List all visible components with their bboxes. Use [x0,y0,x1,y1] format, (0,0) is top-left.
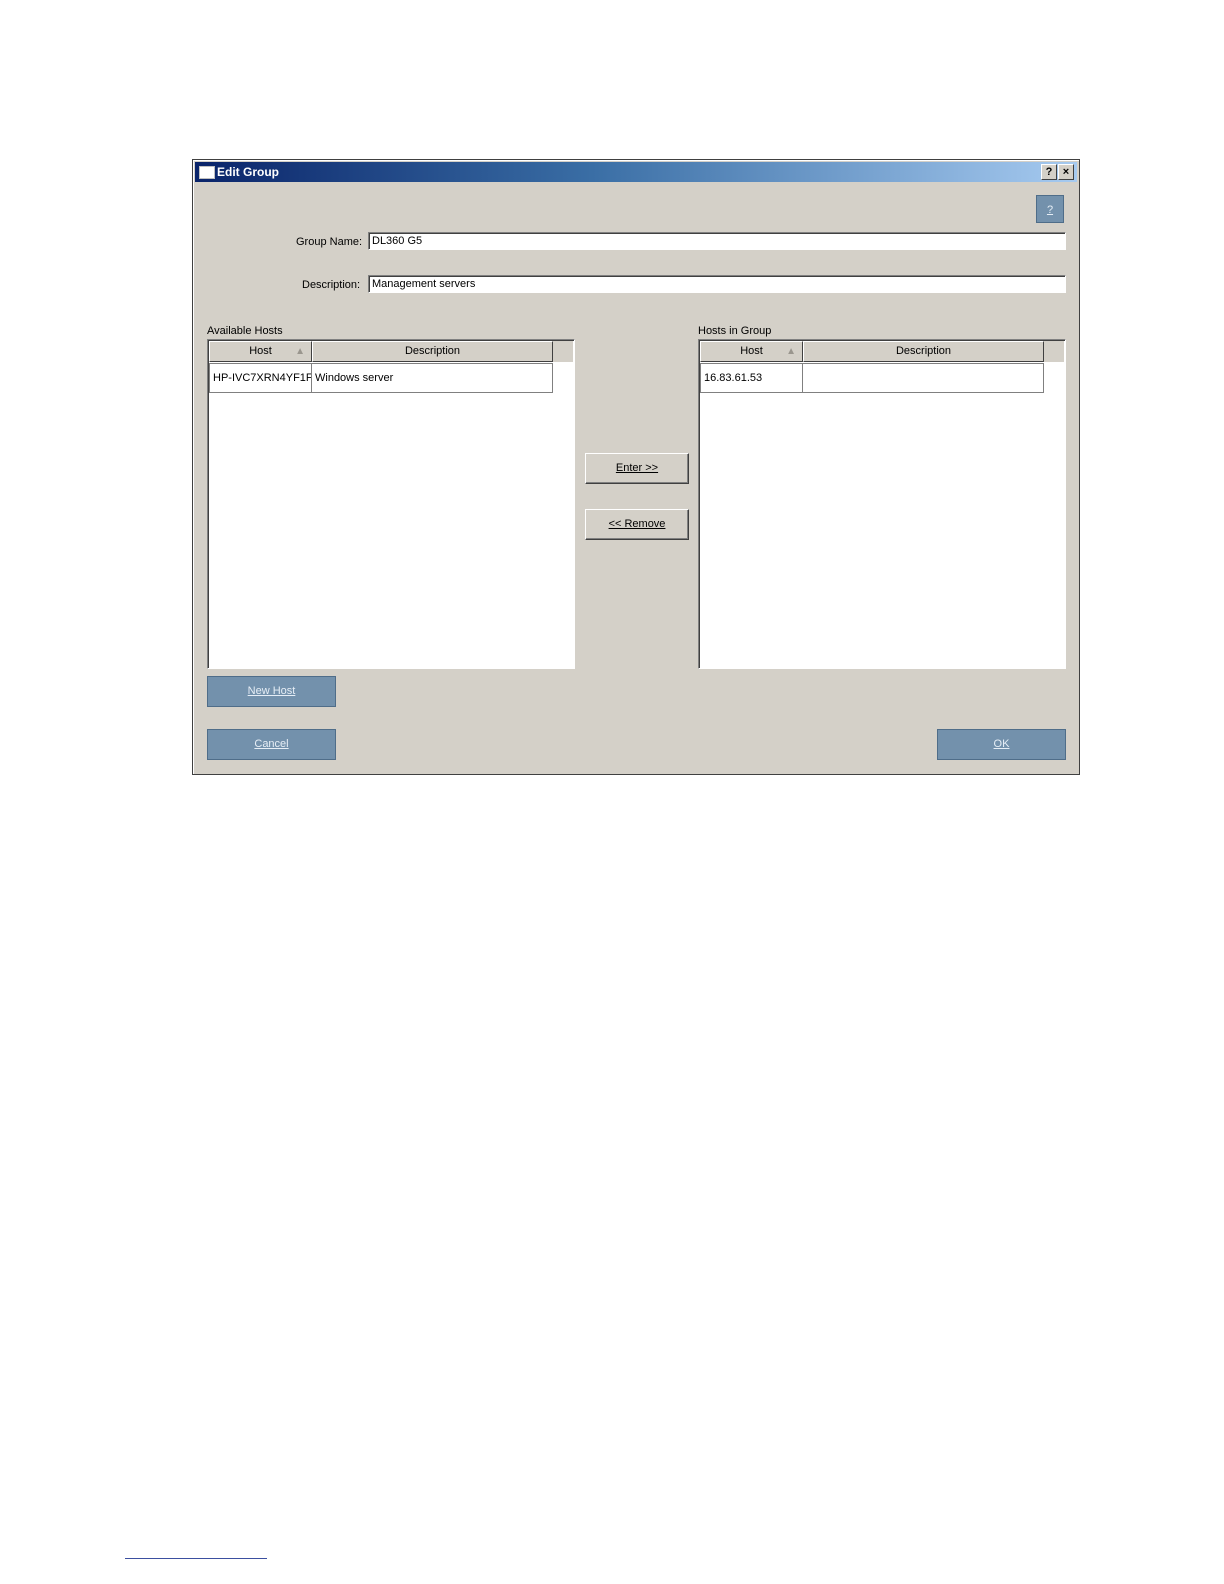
dialog-title: Edit Group [217,165,279,179]
hosts-in-group-label: Hosts in Group [698,325,772,337]
available-hosts-header: Host ▲ Description [209,341,573,362]
cancel-button[interactable]: Cancel [207,729,336,760]
hosts-in-group-header: Host ▲ Description [700,341,1064,362]
available-hosts-list[interactable]: Host ▲ Description HP-IVC7XRN4YF1F Windo… [207,339,575,669]
group-host-column-header[interactable]: Host ▲ [700,341,803,362]
window-icon [199,166,215,179]
group-host-column-label: Host [740,345,763,357]
remove-button[interactable]: << Remove [585,509,689,540]
new-host-button[interactable]: New Host [207,676,336,707]
hosts-in-group-list[interactable]: Host ▲ Description 16.83.61.53 [698,339,1066,669]
group-name-input[interactable]: DL360 G5 [368,232,1066,250]
title-bar[interactable]: Edit Group ? × [195,162,1077,182]
description-input[interactable]: Management servers [368,275,1066,293]
footnote-separator [125,1558,267,1559]
sort-ascending-icon: ▲ [786,346,796,357]
group-description-column-label: Description [895,345,952,357]
sort-ascending-icon: ▲ [295,346,305,357]
available-hosts-label: Available Hosts [207,325,283,337]
group-description-column-header[interactable]: Description [803,341,1044,362]
close-button[interactable]: × [1058,164,1074,180]
title-help-button[interactable]: ? [1041,164,1057,180]
description-label: Description: [302,279,361,291]
ok-button[interactable]: OK [937,729,1066,760]
enter-button[interactable]: Enter >> [585,453,689,484]
description-cell: Windows server [311,363,553,393]
description-cell [802,363,1044,393]
available-host-column-label: Host [249,345,272,357]
available-host-column-header[interactable]: Host ▲ [209,341,312,362]
available-description-column-label: Description [404,345,461,357]
context-help-button[interactable]: ? [1036,195,1064,223]
host-cell: HP-IVC7XRN4YF1F [209,363,312,393]
host-cell: 16.83.61.53 [700,363,803,393]
available-description-column-header[interactable]: Description [312,341,553,362]
edit-group-dialog: Edit Group ? × ? Group Name: DL360 G5 De… [192,159,1080,775]
group-name-label: Group Name: [296,236,363,248]
